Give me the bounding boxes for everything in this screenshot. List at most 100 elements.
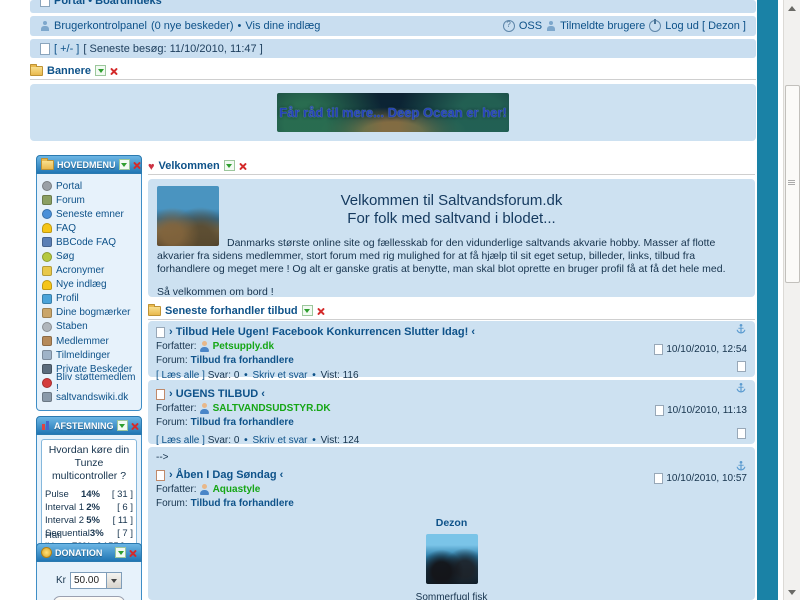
sidebar-item-bogmaerker[interactable]: Dine bogmærker <box>41 306 137 320</box>
post-title-link[interactable]: › Tilbud Hele Ugen! Facebook Konkurrence… <box>169 326 475 338</box>
poll-option: Interval 1 2% [ 6 ] <box>45 501 133 514</box>
banner-folder-icon <box>30 66 43 76</box>
sidebar-item-nye-indlaeg[interactable]: Nye indlæg <box>41 278 137 292</box>
sidebar-item-profil[interactable]: Profil <box>41 292 137 306</box>
collapse-toggle-icon[interactable] <box>119 159 130 170</box>
collapse-toggle-icon[interactable] <box>224 160 235 171</box>
forum-link[interactable]: Tilbud fra forhandlere <box>191 498 294 509</box>
expand-collapse-toggle[interactable]: [ +/- ] <box>54 43 79 55</box>
coin-icon <box>41 547 52 558</box>
write-reply-link[interactable]: Skriv et svar <box>252 435 307 446</box>
oss-link[interactable]: OSS <box>519 20 542 32</box>
view-posts-link[interactable]: Vis dine indlæg <box>245 20 320 32</box>
welcome-panel: Velkommen til Saltvandsforum.dk For folk… <box>148 179 755 297</box>
logout-link[interactable]: Log ud [ Dezon ] <box>665 20 746 32</box>
scrollbar-up-arrow[interactable] <box>784 0 800 16</box>
close-icon[interactable] <box>129 549 137 557</box>
acronyms-icon <box>42 266 52 276</box>
sidebar-item-acronymer[interactable]: Acronymer <box>41 264 137 278</box>
staff-icon <box>42 322 52 332</box>
sidebar-item-forum[interactable]: Forum <box>41 193 137 207</box>
collapse-toggle-icon[interactable] <box>115 547 126 558</box>
welcome-heading-1: Velkommen til Saltvandsforum.dk <box>148 192 755 209</box>
collapse-toggle-icon[interactable] <box>117 420 128 431</box>
report-icon[interactable] <box>737 428 746 439</box>
sidebar-item-bbcode-faq[interactable]: BBCode FAQ <box>41 235 137 249</box>
main-menu-title: HOVEDMENU <box>57 160 116 170</box>
author-link[interactable]: Aquastyle <box>213 484 261 495</box>
close-icon[interactable] <box>131 422 139 430</box>
signature-caption: Sommerfugl fisk <box>156 592 747 600</box>
offer-post: › UGENS TILBUD ‹ Forfatter: SALTVANDSUDS… <box>148 380 755 444</box>
sidebar-item-stoettemedlem[interactable]: Bliv støttemedlem ! <box>41 376 137 390</box>
search-icon <box>42 252 52 262</box>
avatar-icon <box>200 484 210 495</box>
scrollbar-thumb[interactable] <box>785 85 800 283</box>
wiki-book-icon <box>42 392 52 402</box>
replies-count: Svar: 0 <box>208 435 240 446</box>
visit-bar: [ +/- ] [ Seneste besøg: 11/10/2010, 11:… <box>30 39 756 58</box>
read-all-link[interactable]: [ Læs alle ] <box>156 435 205 446</box>
paypal-button[interactable]: PayPal <box>53 596 125 600</box>
anchor-icon[interactable] <box>735 324 747 339</box>
recent-topics-icon <box>42 209 52 219</box>
post-date: 10/10/2010, 11:13 <box>667 405 747 416</box>
poll-option: Interval 2 5% [ 11 ] <box>45 514 133 527</box>
scrollbar-down-arrow[interactable] <box>784 584 800 600</box>
poll-question: Hvordan køre din Tunze multicontroller ? <box>45 444 133 483</box>
sidebar-item-seneste-emner[interactable]: Seneste emner <box>41 207 137 221</box>
offers-icon <box>148 306 161 316</box>
report-icon[interactable] <box>737 361 746 372</box>
author-label: Forfatter: <box>156 484 197 495</box>
welcome-closing: Så velkommen om bord ! <box>157 286 746 298</box>
members-icon <box>42 336 52 346</box>
bookmarks-icon <box>42 308 52 318</box>
menu-folder-icon <box>41 160 54 170</box>
banner-ad[interactable]: Får råd til mere... Deep Ocean er her! <box>277 93 509 132</box>
amount-select[interactable]: 50.00 <box>70 572 122 589</box>
author-link[interactable]: SALTVANDSUDSTYR.DK <box>213 403 331 414</box>
close-icon[interactable] <box>110 67 118 75</box>
portal-icon <box>42 181 52 191</box>
ucp-link[interactable]: Brugerkontrolpanel <box>54 20 147 32</box>
sidebar-item-tilmeldinger[interactable]: Tilmeldinger <box>41 348 137 362</box>
new-messages-link[interactable]: (0 nye beskeder) <box>151 20 234 32</box>
donation-header: DONATION <box>36 543 142 562</box>
offer-post: › Tilbud Hele Ugen! Facebook Konkurrence… <box>148 321 755 377</box>
post-title-link[interactable]: › UGENS TILBUD ‹ <box>169 388 265 400</box>
forum-link[interactable]: Tilbud fra forhandlere <box>191 355 294 366</box>
sidebar-item-soeg[interactable]: Søg <box>41 249 137 263</box>
bbcode-icon <box>42 237 52 247</box>
close-icon[interactable] <box>239 162 247 170</box>
scrollbar[interactable] <box>783 0 800 600</box>
banner-ad-text: Får råd til mere... Deep Ocean er her! <box>279 105 507 120</box>
close-icon[interactable] <box>317 307 325 315</box>
offers-section-header: Seneste forhandler tilbud <box>148 302 755 320</box>
forum-link[interactable]: Tilbud fra forhandlere <box>191 417 294 428</box>
anchor-icon[interactable] <box>735 383 747 398</box>
members-link[interactable]: Tilmeldte brugere <box>560 20 645 32</box>
poll-header: AFSTEMNING <box>36 416 142 435</box>
members-icon <box>546 21 556 31</box>
sidebar-item-saltvandswiki[interactable]: saltvandswiki.dk <box>41 390 137 404</box>
avatar-icon <box>200 403 210 414</box>
collapse-toggle-icon[interactable] <box>302 305 313 316</box>
author-link[interactable]: Petsupply.dk <box>213 341 275 352</box>
separator: • <box>238 20 242 32</box>
welcome-heading-2: For folk med saltvand i blodet... <box>148 210 755 227</box>
welcome-body: Danmarks største online site og fællessk… <box>157 237 746 275</box>
heart-icon <box>148 157 155 175</box>
breadcrumb-bar: Portal • Boardindeks <box>30 0 756 13</box>
signature-photo-link[interactable] <box>156 534 747 584</box>
post-title-link[interactable]: › Åben I Dag Søndag ‹ <box>169 469 283 481</box>
sidebar-item-faq[interactable]: FAQ <box>41 221 137 235</box>
sidebar-item-medlemmer[interactable]: Medlemmer <box>41 334 137 348</box>
sidebar-main-menu: HOVEDMENU Portal Forum Seneste emner FAQ… <box>36 155 142 411</box>
banners-title: Bannere <box>47 65 91 77</box>
close-icon[interactable] <box>133 161 141 169</box>
breadcrumb[interactable]: Portal • Boardindeks <box>54 0 162 7</box>
collapse-toggle-icon[interactable] <box>95 65 106 76</box>
sidebar-item-portal[interactable]: Portal <box>41 179 137 193</box>
dropdown-arrow-icon[interactable] <box>106 573 121 588</box>
sidebar-item-staben[interactable]: Staben <box>41 320 137 334</box>
